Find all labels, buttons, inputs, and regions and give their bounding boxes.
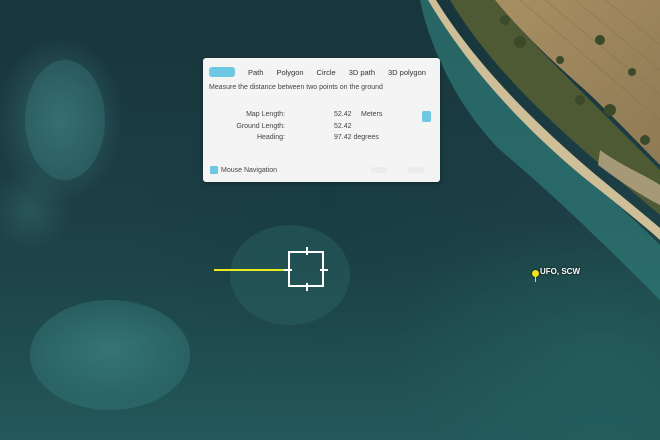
- map-length-value: 52.42: [334, 111, 352, 118]
- mouse-navigation-checkbox[interactable]: [210, 166, 218, 174]
- heading-value: 97.42 degrees: [334, 134, 379, 141]
- measure-dialog: Line Path Polygon Circle 3D path 3D poly…: [203, 58, 440, 182]
- map-length-label: Map Length:: [246, 111, 285, 118]
- ground-length-label: Ground Length:: [236, 123, 285, 130]
- unit-select[interactable]: Meters: [361, 111, 382, 118]
- crosshair-cursor[interactable]: [284, 247, 328, 291]
- mouse-navigation-label: Mouse Navigation: [221, 166, 278, 174]
- tab-3d-path[interactable]: 3D path: [349, 68, 375, 77]
- mouse-navigation-option[interactable]: Mouse Navigation: [210, 166, 277, 174]
- heading-row: Heading: 97.42 degrees: [203, 134, 440, 144]
- placemark-pin-stem: [535, 276, 536, 282]
- measure-line: [214, 269, 289, 271]
- measure-description: Measure the distance between two points …: [209, 84, 383, 91]
- ground-length-value: 52.42: [334, 123, 352, 130]
- measure-tabs: Line Path Polygon Circle 3D path 3D poly…: [209, 67, 439, 77]
- tab-polygon[interactable]: Polygon: [276, 68, 303, 77]
- placemark-label[interactable]: UFO, SCW: [540, 267, 580, 276]
- tab-circle[interactable]: Circle: [317, 68, 336, 77]
- unit-dropdown-button[interactable]: [422, 111, 431, 122]
- tab-3d-polygon[interactable]: 3D polygon: [388, 68, 426, 77]
- ground-length-row: Ground Length: 52.42: [203, 123, 440, 133]
- heading-label: Heading:: [256, 134, 285, 141]
- tab-line[interactable]: Line: [209, 67, 235, 77]
- clear-button[interactable]: [371, 167, 387, 173]
- map-length-row: Map Length: 52.42 Meters: [203, 111, 440, 121]
- tab-path[interactable]: Path: [248, 68, 263, 77]
- save-button[interactable]: [408, 167, 424, 173]
